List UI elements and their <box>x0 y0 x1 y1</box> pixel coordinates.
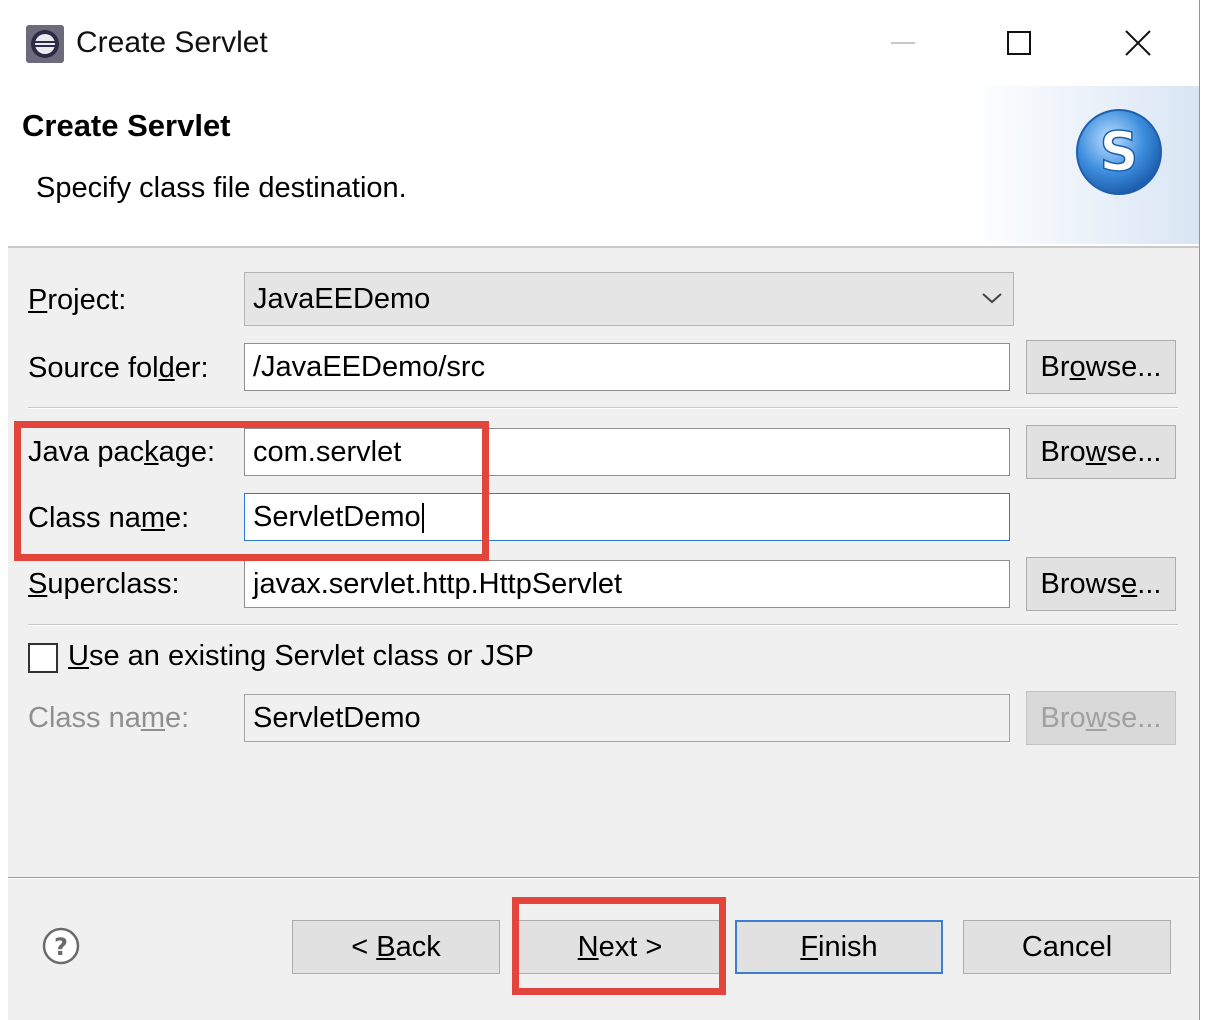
finish-button[interactable]: Finish <box>735 920 943 974</box>
separator <box>28 624 1178 626</box>
superclass-input[interactable]: javax.servlet.http.HttpServlet <box>244 560 1010 608</box>
existing-class-name-label: Class name: <box>28 702 190 734</box>
wizard-banner: Create Servlet Specify class file destin… <box>8 86 1199 248</box>
java-package-browse-button[interactable]: Browse... <box>1026 425 1176 479</box>
source-folder-input[interactable]: /JavaEEDemo/src <box>244 343 1010 391</box>
existing-class-name-input: ServletDemo <box>244 694 1010 742</box>
java-package-input[interactable]: com.servlet <box>244 428 1010 476</box>
superclass-browse-button[interactable]: Browse... <box>1026 557 1176 611</box>
class-name-label: Class name: <box>28 502 190 534</box>
use-existing-label[interactable]: Use an existing Servlet class or JSP <box>68 640 534 673</box>
next-button[interactable]: Next > <box>516 920 724 974</box>
superclass-label: Superclass: <box>28 568 180 600</box>
class-name-input[interactable]: ServletDemo <box>244 493 1010 541</box>
close-button[interactable] <box>1108 10 1168 76</box>
help-icon[interactable]: ? <box>41 926 81 966</box>
maximize-icon <box>1007 31 1031 55</box>
text-cursor <box>421 503 424 534</box>
footer-separator <box>8 877 1199 879</box>
separator <box>28 407 1178 409</box>
wizard-description: Specify class file destination. <box>36 172 407 204</box>
back-button[interactable]: < Back <box>292 920 500 974</box>
project-select[interactable]: JavaEEDemo <box>244 272 1014 326</box>
use-existing-checkbox[interactable] <box>28 643 58 673</box>
chevron-down-icon <box>982 293 1002 304</box>
window-title: Create Servlet <box>76 26 268 59</box>
minimize-button[interactable] <box>873 10 933 76</box>
eclipse-app-icon <box>26 25 64 63</box>
create-servlet-dialog: Create Servlet Create Servlet Specify cl… <box>8 0 1200 1020</box>
existing-class-browse-button: Browse... <box>1026 691 1176 745</box>
wizard-title: Create Servlet <box>22 108 231 143</box>
close-icon <box>1125 30 1151 56</box>
source-folder-browse-button[interactable]: Browse... <box>1026 340 1176 394</box>
maximize-button[interactable] <box>990 10 1050 76</box>
cancel-button[interactable]: Cancel <box>963 920 1171 974</box>
svg-text:S: S <box>1100 120 1139 183</box>
title-bar: Create Servlet <box>8 0 1199 86</box>
svg-text:?: ? <box>54 933 68 961</box>
project-select-value: JavaEEDemo <box>253 283 431 315</box>
java-package-label: Java package: <box>28 436 216 468</box>
minimize-icon <box>891 42 915 44</box>
source-folder-label: Source folder: <box>28 352 209 384</box>
project-label: Project: <box>28 284 127 316</box>
servlet-logo-icon: S <box>1076 109 1162 195</box>
